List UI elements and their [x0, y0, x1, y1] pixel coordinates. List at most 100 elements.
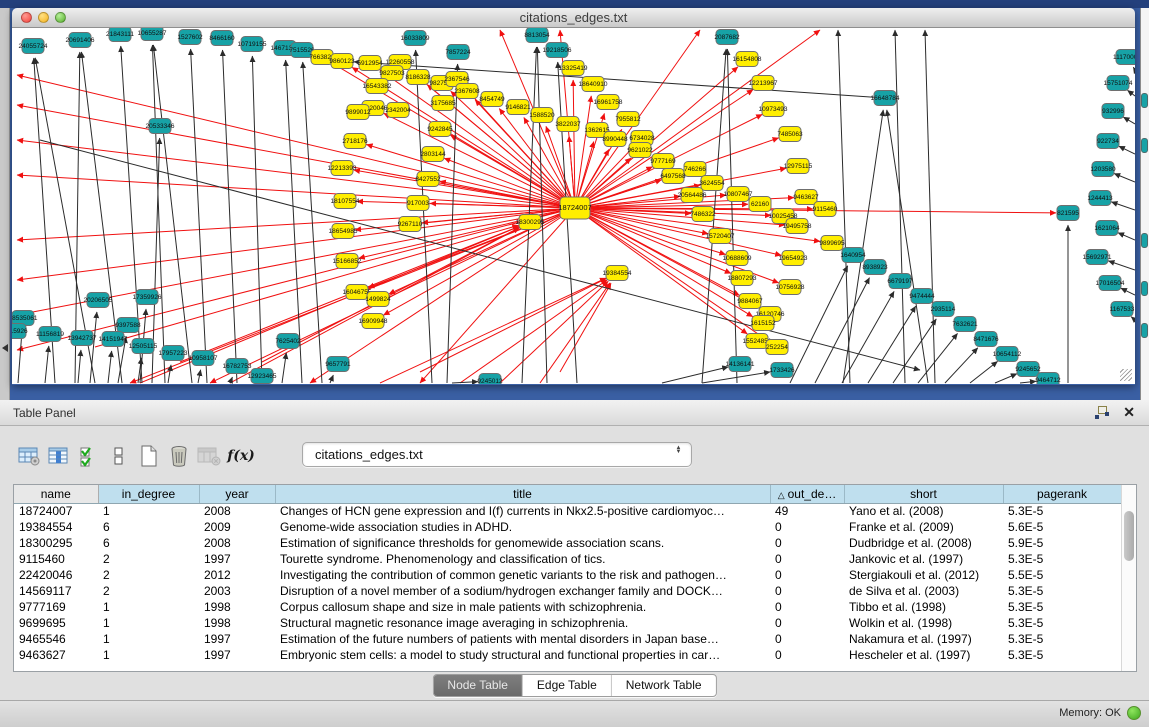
graph-node[interactable]: 10655287	[138, 28, 167, 41]
table-cell[interactable]: 1	[98, 615, 199, 631]
graph-node[interactable]: 7955812	[615, 112, 641, 127]
graph-node[interactable]: 18640910	[579, 77, 608, 92]
graph-node[interactable]: 7632621	[952, 317, 978, 332]
graph-node[interactable]: 16909948	[359, 314, 388, 329]
graph-node[interactable]: 2718176	[342, 134, 368, 149]
column-header-in_degree[interactable]: in_degree	[98, 485, 199, 503]
table-cell[interactable]: Changes of HCN gene expression and I(f) …	[275, 503, 770, 519]
column-header-title[interactable]: title	[275, 485, 770, 503]
table-cell[interactable]: de Silva et al. (2003)	[844, 583, 1003, 599]
table-cell[interactable]: Embryonic stem cells: a model to study s…	[275, 647, 770, 663]
graph-node[interactable]: 7485063	[777, 127, 803, 142]
graph-node[interactable]: 12213393	[328, 161, 357, 176]
table-cell[interactable]: Genome-wide association studies in ADHD.	[275, 519, 770, 535]
table-cell[interactable]: 9465546	[14, 631, 98, 647]
graph-node[interactable]: 19218506	[543, 43, 572, 58]
graph-node[interactable]: 1167533	[1110, 302, 1135, 317]
table-cell[interactable]: Jankovic et al. (1997)	[844, 551, 1003, 567]
table-cell[interactable]: 5.9E-5	[1003, 535, 1121, 551]
graph-node[interactable]: 19654923	[779, 251, 808, 266]
table-cell[interactable]: 0	[770, 567, 844, 583]
graph-node[interactable]: 24055724	[19, 39, 48, 54]
graph-node[interactable]: 16543382	[363, 79, 392, 94]
table-cell[interactable]: 14569117	[14, 583, 98, 599]
graph-node[interactable]: 8471676	[973, 332, 999, 347]
table-cell[interactable]: 1	[98, 599, 199, 615]
memory-ok-indicator-icon[interactable]	[1127, 706, 1141, 720]
graph-node[interactable]: 16033809	[401, 31, 430, 46]
graph-node[interactable]: 8938923	[862, 260, 888, 275]
new-column-button[interactable]	[134, 442, 164, 470]
table-cell[interactable]: 2012	[199, 567, 275, 583]
table-cell[interactable]: 5.3E-5	[1003, 551, 1121, 567]
graph-node[interactable]: 9860123	[329, 54, 355, 69]
graph-node[interactable]: 10958107	[189, 351, 218, 366]
table-cell[interactable]: 5.6E-5	[1003, 519, 1121, 535]
table-cell[interactable]: 1997	[199, 647, 275, 663]
table-cell[interactable]: 0	[770, 631, 844, 647]
graph-node[interactable]: 6679197	[887, 274, 913, 289]
table-cell[interactable]: 18724007	[14, 503, 98, 519]
table-cell[interactable]: 6	[98, 519, 199, 535]
tab-network-table[interactable]: Network Table	[612, 675, 716, 696]
table-cell[interactable]: 0	[770, 615, 844, 631]
graph-node[interactable]: 8454749	[479, 92, 505, 107]
graph-node[interactable]: 2342004	[385, 103, 411, 118]
table-row[interactable]: 946362711997Embryonic stem cells: a mode…	[14, 647, 1121, 663]
graph-node[interactable]: 12923465	[248, 369, 277, 384]
table-cell[interactable]: Franke et al. (2009)	[844, 519, 1003, 535]
graph-node[interactable]: 15751074	[1104, 76, 1133, 91]
graph-node[interactable]: 9267110	[398, 217, 423, 232]
table-row[interactable]: 1456911722003Disruption of a novel membe…	[14, 583, 1121, 599]
graph-node[interactable]: 8813054	[524, 28, 550, 43]
graph-node[interactable]: 9242845	[427, 122, 453, 137]
table-cell[interactable]: 6	[98, 535, 199, 551]
table-cell[interactable]: Tourette syndrome. Phenomenology and cla…	[275, 551, 770, 567]
graph-node[interactable]: 5912954	[357, 56, 383, 71]
table-row[interactable]: 969969511998Structural magnetic resonanc…	[14, 615, 1121, 631]
table-cell[interactable]: Dudbridge et al. (2008)	[844, 535, 1003, 551]
graph-node[interactable]: 1615152	[750, 316, 776, 331]
graph-node[interactable]: 9621022	[627, 143, 653, 158]
table-cell[interactable]: 5.3E-5	[1003, 647, 1121, 663]
table-cell[interactable]: 9777169	[14, 599, 98, 615]
table-cell[interactable]: 1998	[199, 615, 275, 631]
graph-node[interactable]: 10807467	[724, 187, 753, 202]
table-cell[interactable]: 2	[98, 583, 199, 599]
graph-node[interactable]: 15166852	[333, 254, 362, 269]
graph-node[interactable]: 9899695	[819, 236, 845, 251]
table-cell[interactable]: Investigating the contribution of common…	[275, 567, 770, 583]
table-cell[interactable]: Estimation of the future numbers of pati…	[275, 631, 770, 647]
table-cell[interactable]: 0	[770, 583, 844, 599]
graph-node[interactable]: 252254	[766, 340, 788, 355]
graph-node[interactable]: 17016504	[1096, 276, 1125, 291]
graph-node[interactable]: 9777169	[650, 154, 676, 169]
table-cell[interactable]: 2008	[199, 503, 275, 519]
column-header-name[interactable]: name	[14, 485, 98, 503]
select-all-rows-button[interactable]	[74, 442, 104, 470]
graph-node[interactable]: 1588520	[529, 108, 555, 123]
graph-node[interactable]: 14151947	[99, 332, 128, 347]
table-cell[interactable]: 1	[98, 503, 199, 519]
table-row[interactable]: 2242004622012Investigating the contribut…	[14, 567, 1121, 583]
table-cell[interactable]: Nakamura et al. (1997)	[844, 631, 1003, 647]
table-cell[interactable]: 5.3E-5	[1003, 599, 1121, 615]
function-builder-button[interactable]: f(x)	[224, 442, 258, 470]
graph-node[interactable]: 15692971	[1083, 250, 1112, 265]
graph-node[interactable]: 9884067	[737, 294, 763, 309]
table-row[interactable]: 1872400712008Changes of HCN gene express…	[14, 503, 1121, 519]
table-cell[interactable]: Disruption of a novel member of a sodium…	[275, 583, 770, 599]
table-cell[interactable]: 5.3E-5	[1003, 631, 1121, 647]
graph-node[interactable]: 9464712	[1035, 373, 1061, 385]
table-cell[interactable]: 0	[770, 551, 844, 567]
graph-node[interactable]: 2803144	[420, 147, 446, 162]
graph-node[interactable]: 9474444	[909, 289, 935, 304]
table-row[interactable]: 946554611997Estimation of the future num…	[14, 631, 1121, 647]
graph-node[interactable]: 10654112	[993, 347, 1022, 362]
graph-node[interactable]: 9245012	[477, 374, 503, 385]
graph-node[interactable]: 19384554	[603, 266, 632, 281]
graph-node[interactable]: 20206505	[84, 293, 113, 308]
graph-node[interactable]: 18724007	[558, 197, 591, 219]
graph-node[interactable]: 1499824	[365, 292, 391, 307]
network-canvas[interactable]: 2405572420691406218431111065528715276028…	[12, 28, 1135, 384]
